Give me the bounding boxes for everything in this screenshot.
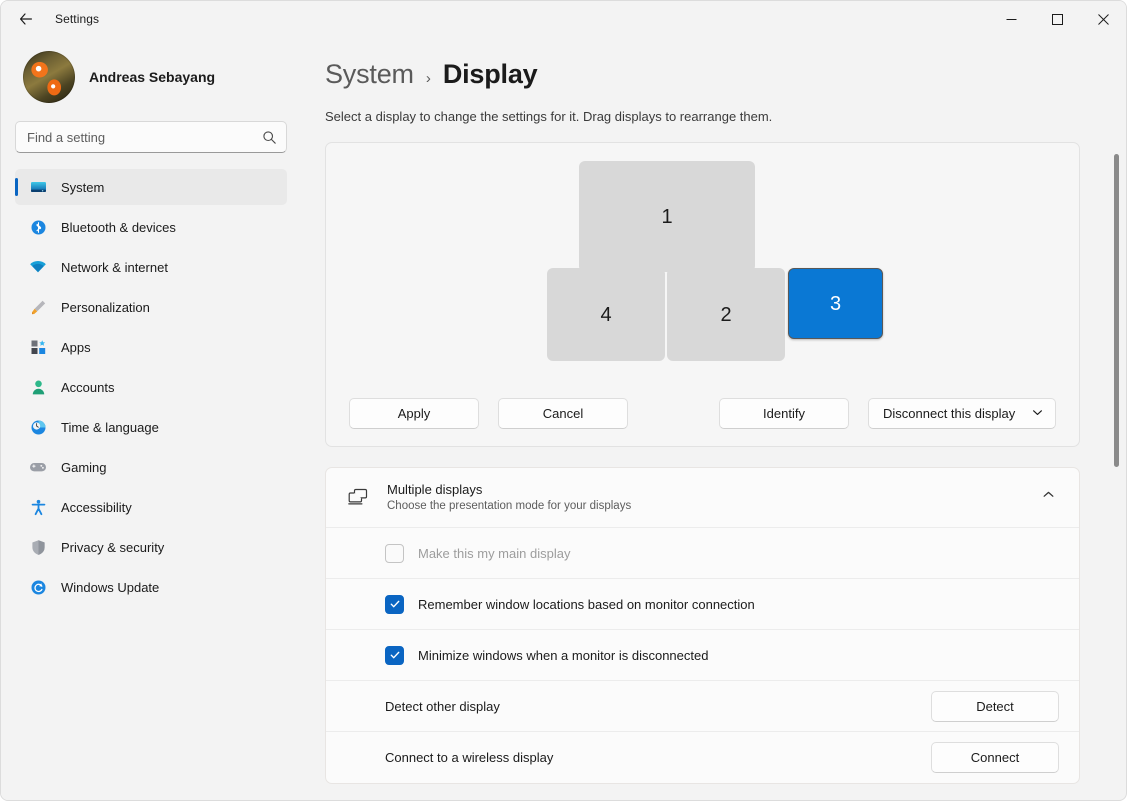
sidebar-item-network-internet[interactable]: Network & internet <box>15 249 287 285</box>
monitor-number: 3 <box>829 292 842 315</box>
sidebar-item-apps[interactable]: Apps <box>15 329 287 365</box>
monitor-box-2[interactable]: 2 <box>667 268 785 361</box>
monitor-canvas: 1 4 2 3 <box>326 143 1079 373</box>
row-label: Connect to a wireless display <box>385 750 554 765</box>
sidebar-item-bluetooth-devices[interactable]: Bluetooth & devices <box>15 209 287 245</box>
breadcrumb: System › Display <box>325 59 1080 90</box>
multiple-displays-header[interactable]: Multiple displays Choose the presentatio… <box>326 468 1079 528</box>
search-box[interactable] <box>15 121 287 153</box>
connect-button[interactable]: Connect <box>931 742 1059 773</box>
sidebar-item-time-language[interactable]: Time & language <box>15 409 287 445</box>
row-label: Detect other display <box>385 698 500 714</box>
page-title: Display <box>442 59 538 89</box>
breadcrumb-separator-icon: › <box>425 70 431 87</box>
apps-grid-icon <box>29 338 47 356</box>
gamepad-icon <box>29 458 47 476</box>
search-icon <box>262 130 277 150</box>
settings-window: Settings Andreas Sebayang Find a setting… <box>0 0 1127 801</box>
sidebar-nav: System Bluetooth & devices Network & int… <box>15 169 287 605</box>
row-label: Minimize windows when a monitor is disco… <box>418 647 709 663</box>
sidebar-item-label: Accessibility <box>61 499 132 515</box>
multiple-displays-subtitle: Choose the presentation mode for your di… <box>387 500 632 512</box>
window-controls <box>988 1 1126 37</box>
row-make-main-display[interactable]: Make this my main display <box>326 528 1079 579</box>
scrollbar-thumb[interactable] <box>1114 154 1119 467</box>
sidebar: Andreas Sebayang Find a setting System B… <box>1 37 301 800</box>
sidebar-item-windows-update[interactable]: Windows Update <box>15 569 287 605</box>
row-minimize-windows[interactable]: Minimize windows when a monitor is disco… <box>326 630 1079 681</box>
sidebar-item-label: Bluetooth & devices <box>61 219 176 235</box>
row-label: Make this my main display <box>418 545 571 561</box>
row-label: Remember window locations based on monit… <box>418 596 755 612</box>
profile-name: Andreas Sebayang <box>89 69 216 85</box>
clock-icon <box>29 418 47 436</box>
sidebar-item-label: System <box>61 179 105 195</box>
multiple-displays-title: Multiple displays <box>387 482 483 497</box>
row-connect-wireless-display: Connect to a wireless display Connect <box>326 732 1079 783</box>
apply-button[interactable]: Apply <box>349 398 479 429</box>
monitor-box-1[interactable]: 1 <box>579 161 755 272</box>
monitor-icon <box>29 178 47 196</box>
shield-icon <box>29 538 47 556</box>
paintbrush-icon <box>29 298 47 316</box>
minimize-windows-checkbox[interactable] <box>385 645 404 665</box>
multiple-displays-text: Multiple displays Choose the presentatio… <box>387 482 1026 512</box>
monitor-number: 2 <box>720 303 732 326</box>
bluetooth-icon <box>29 218 47 236</box>
scrollbar-track[interactable] <box>1113 117 1120 782</box>
make-main-display-checkbox <box>385 543 404 563</box>
sidebar-item-accessibility[interactable]: Accessibility <box>15 489 287 525</box>
window-title: Settings <box>55 12 100 26</box>
sidebar-item-gaming[interactable]: Gaming <box>15 449 287 485</box>
person-icon <box>29 378 47 396</box>
chevron-down-icon <box>1032 406 1043 421</box>
detect-button[interactable]: Detect <box>931 690 1059 722</box>
disconnect-display-dropdown[interactable]: Disconnect this display <box>868 398 1056 429</box>
remember-window-locations-checkbox[interactable] <box>385 594 404 614</box>
sidebar-item-label: Time & language <box>61 419 159 435</box>
row-remember-window-locations[interactable]: Remember window locations based on monit… <box>326 579 1079 630</box>
monitor-box-4[interactable]: 4 <box>547 268 665 361</box>
sidebar-item-personalization[interactable]: Personalization <box>15 289 287 325</box>
minimize-button[interactable] <box>988 1 1034 37</box>
multiple-displays-card: Multiple displays Choose the presentatio… <box>325 467 1080 784</box>
monitor-box-3[interactable]: 3 <box>788 268 883 339</box>
monitor-number: 4 <box>600 303 612 326</box>
maximize-button[interactable] <box>1034 1 1080 37</box>
wifi-icon <box>29 258 47 276</box>
sidebar-item-label: Accounts <box>61 379 115 395</box>
monitor-number: 1 <box>661 205 673 228</box>
disconnect-display-label: Disconnect this display <box>883 406 1016 421</box>
chevron-up-icon[interactable] <box>1042 488 1059 506</box>
accessibility-icon <box>29 498 47 516</box>
main-content: System › Display Select a display to cha… <box>301 37 1126 800</box>
display-action-bar: Apply Cancel Identify Disconnect this di… <box>326 398 1079 429</box>
sidebar-item-label: Apps <box>61 339 91 355</box>
sidebar-item-label: Privacy & security <box>61 539 165 555</box>
sidebar-item-label: Windows Update <box>61 579 160 595</box>
multiple-displays-icon <box>347 487 371 507</box>
close-button[interactable] <box>1080 1 1126 37</box>
search-input[interactable] <box>16 129 286 145</box>
title-bar: Settings <box>1 1 1126 37</box>
page-subtitle: Select a display to change the settings … <box>325 109 773 124</box>
back-button[interactable] <box>9 3 43 35</box>
avatar <box>23 51 75 103</box>
display-arrangement-panel: 1 4 2 3 Apply Cancel Identify Disconnect… <box>325 142 1080 447</box>
cancel-button[interactable]: Cancel <box>498 398 628 429</box>
sidebar-item-accounts[interactable]: Accounts <box>15 369 287 405</box>
sidebar-item-privacy-security[interactable]: Privacy & security <box>15 529 287 565</box>
update-refresh-icon <box>29 578 47 596</box>
sidebar-item-system[interactable]: System <box>15 169 287 205</box>
arrow-left-icon <box>18 11 34 27</box>
sidebar-item-label: Personalization <box>61 299 150 315</box>
sidebar-item-label: Gaming <box>61 459 107 475</box>
row-detect-other-display: Detect other display Detect <box>326 681 1079 732</box>
profile-section[interactable]: Andreas Sebayang <box>15 37 287 121</box>
sidebar-item-label: Network & internet <box>61 259 168 275</box>
identify-button[interactable]: Identify <box>719 398 849 429</box>
breadcrumb-parent[interactable]: System <box>325 59 414 90</box>
